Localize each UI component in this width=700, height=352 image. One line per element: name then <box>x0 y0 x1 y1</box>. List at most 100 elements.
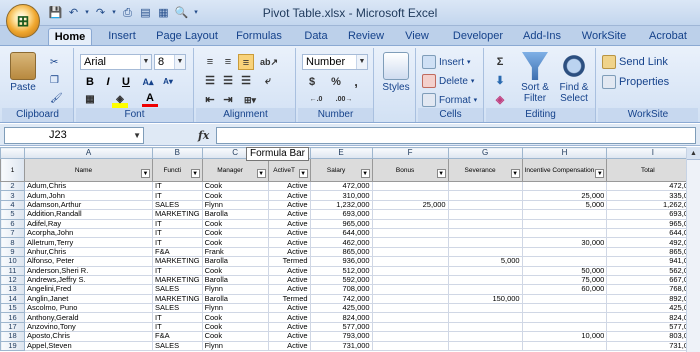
cell[interactable] <box>447 312 523 323</box>
cell[interactable]: SALES <box>152 303 203 314</box>
borders-icon[interactable]: ▦ <box>82 92 98 108</box>
cell[interactable]: Addition,Randall <box>24 209 153 220</box>
cell[interactable]: Anhur,Chris <box>24 246 153 258</box>
cell[interactable]: MARKETING <box>152 274 203 286</box>
styles-button[interactable]: Styles <box>380 52 412 93</box>
cell[interactable]: Appel,Steven <box>24 340 153 352</box>
cell[interactable]: Active <box>267 218 311 229</box>
row-header[interactable]: 10 <box>0 256 25 267</box>
spreadsheet-grid[interactable]: ABCDEFGHI1Name▼Functi▼Manager▼ActiveT▼Sa… <box>0 147 700 352</box>
cell[interactable]: IT <box>152 180 203 192</box>
cell[interactable] <box>447 340 523 352</box>
cell[interactable]: 50,000 <box>521 265 608 276</box>
cell[interactable] <box>447 246 523 258</box>
percent-button[interactable]: % <box>328 74 344 90</box>
cell[interactable]: 5,000 <box>447 256 523 267</box>
italic-button[interactable]: I <box>100 74 116 90</box>
tab-developer[interactable]: Developer <box>450 28 506 46</box>
cell[interactable] <box>447 303 523 314</box>
column-header[interactable]: A <box>24 147 153 159</box>
cell[interactable]: Aposto,Chris <box>24 331 153 342</box>
cell[interactable]: 30,000 <box>521 237 608 248</box>
cell[interactable] <box>371 218 449 229</box>
cell[interactable]: IT <box>152 312 203 323</box>
number-format-select[interactable]: Number ▼ <box>302 54 368 70</box>
cell[interactable]: MARKETING <box>152 293 203 305</box>
row-header[interactable]: 15 <box>0 303 25 314</box>
align-right-icon[interactable]: ☰ <box>238 73 254 89</box>
font-size-select[interactable]: 8 ▼ <box>154 54 186 70</box>
header-cell[interactable]: ActiveT ▼ <box>267 158 311 182</box>
cut-button[interactable]: ✂ <box>50 54 58 70</box>
cell[interactable]: Cook <box>201 190 269 201</box>
cell[interactable] <box>447 321 523 333</box>
cell[interactable]: Cook <box>201 321 269 333</box>
cell[interactable]: 742,000 <box>309 293 373 305</box>
format-painter-button[interactable]: 🖌 <box>50 90 63 106</box>
grow-font-icon[interactable]: A▴ <box>140 74 156 90</box>
cell[interactable]: 75,000 <box>521 274 608 286</box>
cell[interactable]: MARKETING <box>152 209 203 220</box>
cell[interactable] <box>371 303 449 314</box>
row-header[interactable]: 1 <box>0 158 25 182</box>
cell[interactable]: Active <box>267 321 311 333</box>
cell[interactable]: Active <box>267 331 311 342</box>
cell[interactable]: Cook <box>201 218 269 229</box>
cell[interactable] <box>447 227 523 239</box>
header-cell[interactable]: Severance ▼ <box>447 158 523 182</box>
cell[interactable]: F&A <box>152 331 203 342</box>
cell[interactable]: SALES <box>152 284 203 295</box>
cell[interactable]: Termed <box>267 256 311 267</box>
cell[interactable]: Active <box>267 237 311 248</box>
cell[interactable]: Anderson,Sheri R. <box>24 265 153 276</box>
font-name-select[interactable]: Arial ▼ <box>80 54 152 70</box>
row-header[interactable]: 12 <box>0 274 25 286</box>
cell[interactable] <box>371 340 449 352</box>
send-link-button[interactable]: Send Link <box>602 54 668 70</box>
cell[interactable]: Termed <box>267 293 311 305</box>
filter-dropdown-icon[interactable]: ▼ <box>141 169 150 178</box>
column-header[interactable]: E <box>309 147 373 159</box>
cell[interactable]: 865,000 <box>309 246 373 258</box>
cell[interactable]: F&A <box>152 246 203 258</box>
row-header[interactable]: 6 <box>0 218 25 229</box>
cell[interactable]: Flynn <box>201 199 269 211</box>
cell[interactable] <box>447 180 523 192</box>
tab-data[interactable]: Data <box>300 28 332 46</box>
cell[interactable] <box>371 284 449 295</box>
cell[interactable]: Angelini,Fred <box>24 284 153 295</box>
cell[interactable]: Alletrum,Terry <box>24 237 153 248</box>
cell[interactable]: 1,232,000 <box>309 199 373 211</box>
header-cell[interactable]: Bonus ▼ <box>371 158 449 182</box>
cell[interactable] <box>521 227 608 239</box>
cell[interactable]: 150,000 <box>447 293 523 305</box>
align-center-icon[interactable]: ☰ <box>220 73 236 89</box>
insert-cells-button[interactable]: Insert ▾ <box>422 54 471 70</box>
column-header[interactable]: F <box>371 147 449 159</box>
cell[interactable] <box>447 265 523 276</box>
cell[interactable] <box>521 303 608 314</box>
tab-page-layout[interactable]: Page Layout <box>155 28 219 46</box>
cell[interactable] <box>447 237 523 248</box>
cell[interactable]: Anglin,Janet <box>24 293 153 305</box>
cell[interactable]: 824,000 <box>309 312 373 323</box>
row-header[interactable]: 5 <box>0 209 25 220</box>
properties-button[interactable]: Properties <box>602 74 669 90</box>
cell[interactable]: Active <box>267 340 311 352</box>
wrap-text-icon[interactable]: ⤶ <box>260 73 276 89</box>
office-button[interactable]: ⊞ <box>6 4 40 38</box>
cell[interactable] <box>521 321 608 333</box>
cell[interactable] <box>447 218 523 229</box>
cell[interactable]: 462,000 <box>309 237 373 248</box>
cell[interactable]: Ascolmo, Puno <box>24 303 153 314</box>
align-middle-icon[interactable]: ≡ <box>220 54 236 70</box>
cell[interactable]: Barolla <box>201 293 269 305</box>
cell[interactable] <box>371 293 449 305</box>
copy-button[interactable]: ❐ <box>50 72 59 88</box>
cell[interactable]: Active <box>267 284 311 295</box>
cell[interactable]: Cook <box>201 180 269 192</box>
cell[interactable] <box>371 312 449 323</box>
row-header[interactable]: 11 <box>0 265 25 276</box>
cell[interactable]: 25,000 <box>371 199 449 211</box>
shrink-font-icon[interactable]: A▾ <box>160 74 176 90</box>
